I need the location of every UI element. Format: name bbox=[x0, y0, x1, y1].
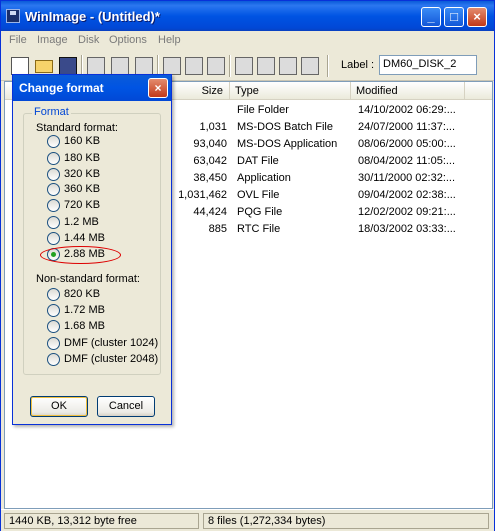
sort-ascending-icon[interactable] bbox=[235, 57, 253, 75]
view-icon[interactable] bbox=[279, 57, 297, 75]
radio-label: 360 KB bbox=[64, 183, 101, 195]
file-type: File Folder bbox=[237, 104, 289, 116]
radio-label: DMF (cluster 1024) bbox=[64, 337, 159, 349]
menu-image[interactable]: Image bbox=[37, 34, 68, 46]
radio-button[interactable] bbox=[47, 353, 60, 366]
radio-label: 1.72 MB bbox=[64, 304, 105, 316]
file-size: 885 bbox=[208, 223, 227, 235]
radio-label: 1.2 MB bbox=[64, 216, 99, 228]
file-modified: 24/07/2000 11:37:... bbox=[358, 121, 456, 133]
radio-button[interactable] bbox=[47, 288, 60, 301]
file-type: MS-DOS Application bbox=[237, 138, 338, 150]
file-modified: 12/02/2002 09:21:... bbox=[358, 206, 456, 218]
menu-bar: File Image Disk Options Help bbox=[1, 31, 494, 51]
toolbar-separator bbox=[229, 55, 231, 77]
file-size: 44,424 bbox=[193, 206, 227, 218]
save-icon[interactable] bbox=[59, 57, 77, 75]
file-modified: 08/06/2000 05:00:... bbox=[358, 138, 456, 150]
ok-button[interactable]: OK bbox=[30, 396, 88, 417]
radio-button[interactable] bbox=[47, 183, 60, 196]
maximize-button[interactable]: □ bbox=[444, 7, 464, 27]
floppy-disk-icon bbox=[6, 9, 20, 23]
radio-label: 180 KB bbox=[64, 152, 101, 164]
close-button[interactable]: × bbox=[467, 7, 487, 27]
window-title: WinImage - (Untitled)* bbox=[25, 9, 160, 24]
file-size: 1,031 bbox=[199, 121, 227, 133]
change-format-dialog: Change format × Format Standard format: … bbox=[12, 74, 172, 425]
disk-label-input[interactable]: DM60_DISK_2 bbox=[379, 55, 477, 75]
file-size: 1,031,462 bbox=[178, 189, 227, 201]
radio-label: 1.68 MB bbox=[64, 320, 105, 332]
file-modified: 30/11/2000 02:32:... bbox=[358, 172, 456, 184]
file-type: OVL File bbox=[237, 189, 280, 201]
menu-options[interactable]: Options bbox=[109, 34, 147, 46]
dialog-title: Change format bbox=[19, 81, 104, 95]
label-caption: Label : bbox=[341, 59, 375, 71]
file-type: MS-DOS Batch File bbox=[237, 121, 333, 133]
radio-label: 820 KB bbox=[64, 288, 101, 300]
radio-label: 320 KB bbox=[64, 168, 101, 180]
format-group-label: Format bbox=[32, 106, 71, 118]
radio-label: 1.44 MB bbox=[64, 232, 105, 244]
status-bar: 1440 KB, 13,312 byte free 8 files (1,272… bbox=[1, 509, 494, 531]
radio-button[interactable] bbox=[47, 216, 60, 229]
open-folder-icon[interactable] bbox=[35, 60, 53, 73]
file-type: RTC File bbox=[237, 223, 281, 235]
radio-button[interactable] bbox=[47, 320, 60, 333]
radio-button[interactable] bbox=[47, 232, 60, 245]
file-modified: 09/04/2002 02:38:... bbox=[358, 189, 456, 201]
file-modified: 18/03/2002 03:33:... bbox=[358, 223, 456, 235]
dialog-close-button[interactable]: × bbox=[148, 78, 168, 98]
file-type: PQG File bbox=[237, 206, 283, 218]
file-size: 38,450 bbox=[193, 172, 227, 184]
radio-button[interactable] bbox=[47, 135, 60, 148]
radio-button[interactable] bbox=[47, 199, 60, 212]
title-bar[interactable]: WinImage - (Untitled)* _ □ × bbox=[1, 1, 494, 31]
radio-label: 160 KB bbox=[64, 135, 101, 147]
file-size: 93,040 bbox=[193, 138, 227, 150]
cancel-button[interactable]: Cancel bbox=[97, 396, 155, 417]
radio-button[interactable] bbox=[47, 152, 60, 165]
radio-button[interactable] bbox=[47, 168, 60, 181]
read-disk-icon[interactable] bbox=[87, 57, 105, 75]
nonstandard-format-label: Non-standard format: bbox=[36, 273, 140, 285]
radio-label: 720 KB bbox=[64, 199, 101, 211]
header-type[interactable]: Type bbox=[230, 82, 351, 100]
file-size: 63,042 bbox=[193, 155, 227, 167]
properties-icon[interactable] bbox=[207, 57, 225, 75]
file-type: DAT File bbox=[237, 155, 279, 167]
file-modified: 08/04/2002 11:05:... bbox=[358, 155, 456, 167]
inject-icon[interactable] bbox=[163, 57, 181, 75]
standard-format-label: Standard format: bbox=[36, 122, 118, 134]
new-icon[interactable] bbox=[11, 57, 29, 75]
extract-icon[interactable] bbox=[185, 57, 203, 75]
red-highlight-ellipse bbox=[40, 246, 121, 264]
write-disk-icon[interactable] bbox=[111, 57, 129, 75]
menu-help[interactable]: Help bbox=[158, 34, 181, 46]
radio-button[interactable] bbox=[47, 337, 60, 350]
info-icon[interactable] bbox=[301, 57, 319, 75]
header-modified[interactable]: Modified bbox=[351, 82, 465, 100]
main-window: WinImage - (Untitled)* _ □ × File Image … bbox=[0, 0, 495, 531]
file-type: Application bbox=[237, 172, 291, 184]
sort-descending-icon[interactable] bbox=[257, 57, 275, 75]
format-disk-icon[interactable] bbox=[135, 57, 153, 75]
minimize-button[interactable]: _ bbox=[421, 7, 441, 27]
menu-file[interactable]: File bbox=[9, 34, 27, 46]
toolbar-separator bbox=[327, 55, 329, 77]
file-modified: 14/10/2002 06:29:... bbox=[358, 104, 456, 116]
status-file-count: 8 files (1,272,334 bytes) bbox=[203, 513, 489, 529]
dialog-title-bar[interactable]: Change format × bbox=[13, 75, 171, 101]
status-free-space: 1440 KB, 13,312 byte free bbox=[4, 513, 199, 529]
radio-button[interactable] bbox=[47, 304, 60, 317]
radio-label: DMF (cluster 2048) bbox=[64, 353, 159, 365]
menu-disk[interactable]: Disk bbox=[78, 34, 99, 46]
